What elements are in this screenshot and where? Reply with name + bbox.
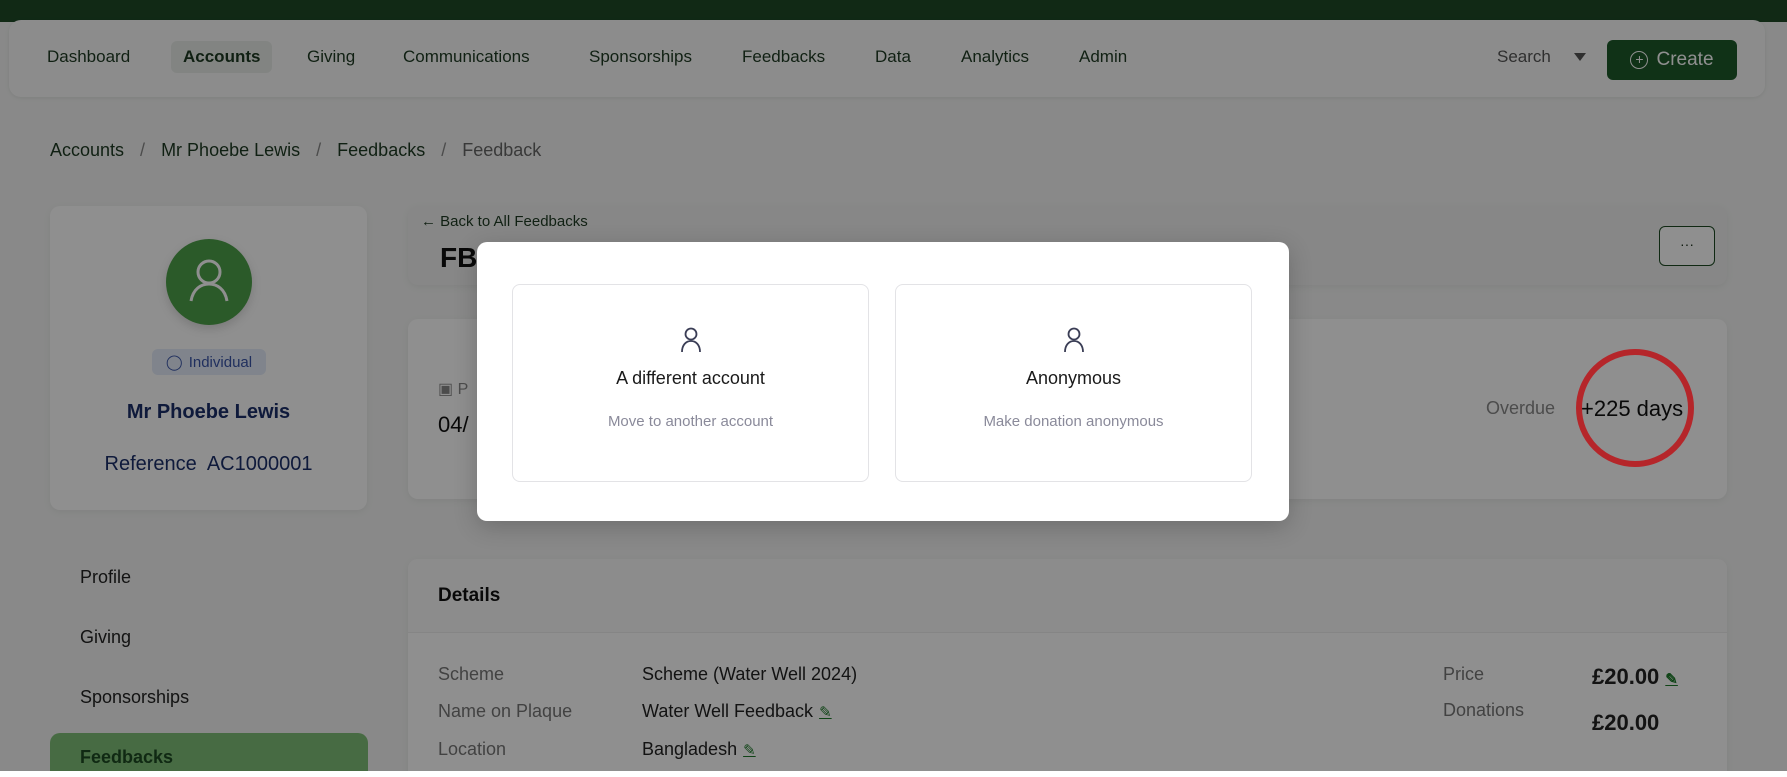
page: Dashboard Accounts Giving Communications…: [0, 0, 1787, 771]
annotation-circle: [1576, 349, 1694, 467]
option-anonymous[interactable]: Anonymous Make donation anonymous: [895, 284, 1252, 482]
option-different-account[interactable]: A different account Move to another acco…: [512, 284, 869, 482]
option-subtitle: Make donation anonymous: [983, 413, 1164, 430]
option-subtitle: Move to another account: [607, 413, 774, 430]
user-icon: [681, 327, 701, 353]
bottom-strip: [0, 771, 1787, 777]
option-title: Anonymous: [1025, 368, 1122, 388]
option-title: A different account: [616, 368, 765, 388]
user-icon: [1064, 327, 1084, 353]
move-donation-modal: A different account Move to another acco…: [477, 242, 1289, 521]
